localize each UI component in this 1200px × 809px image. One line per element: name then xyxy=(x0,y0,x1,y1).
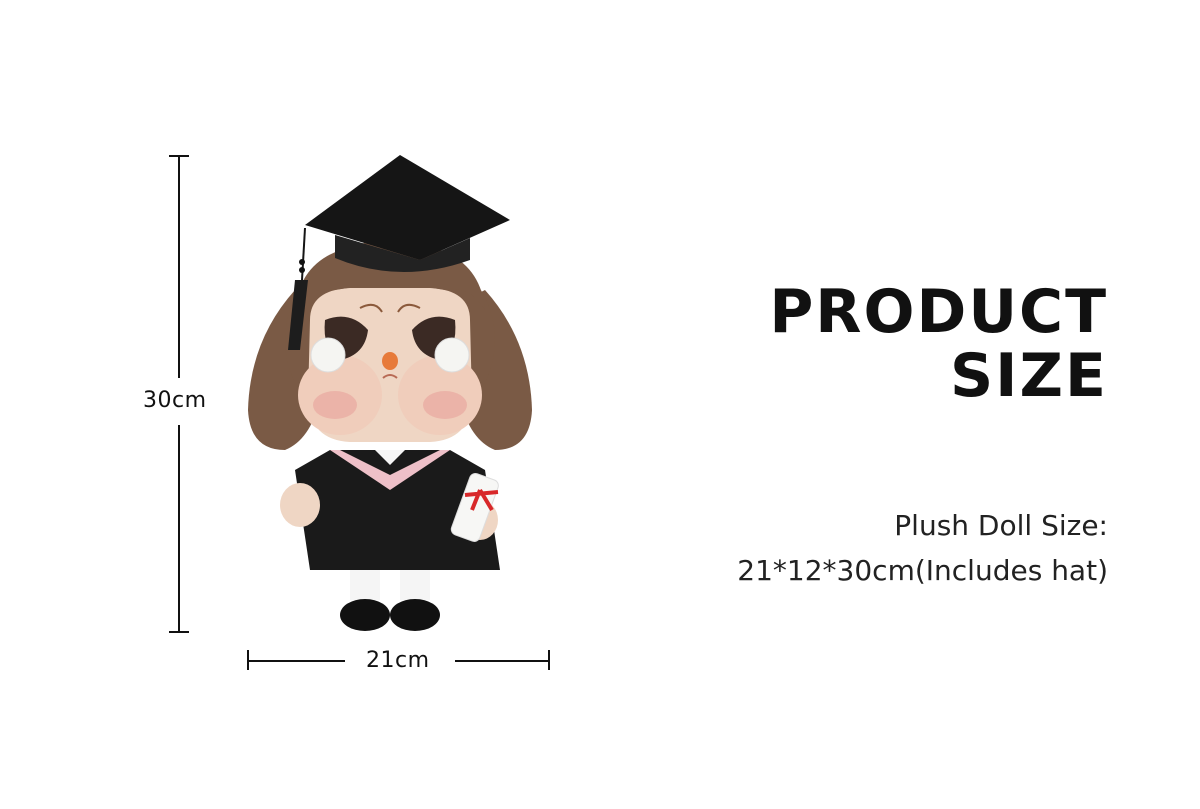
size-description-label: Plush Doll Size: xyxy=(894,509,1108,542)
height-label: 30cm xyxy=(143,388,207,413)
plush-doll-image xyxy=(248,155,532,631)
width-dimension-line-left xyxy=(248,660,345,662)
product-size-heading: PRODUCT SIZE xyxy=(769,280,1108,408)
width-label: 21cm xyxy=(366,648,430,673)
height-dimension-line-bottom xyxy=(178,425,180,632)
height-dimension-line-top xyxy=(178,156,180,378)
heading-line-2: SIZE xyxy=(949,341,1108,411)
heading-line-1: PRODUCT xyxy=(769,277,1108,347)
size-description-value: 21*12*30cm(Includes hat) xyxy=(737,554,1108,587)
height-dimension-cap-bottom xyxy=(169,631,189,633)
width-dimension-line-right xyxy=(455,660,550,662)
size-description: Plush Doll Size: 21*12*30cm(Includes hat… xyxy=(737,503,1108,593)
width-dimension-cap-right xyxy=(548,650,550,670)
